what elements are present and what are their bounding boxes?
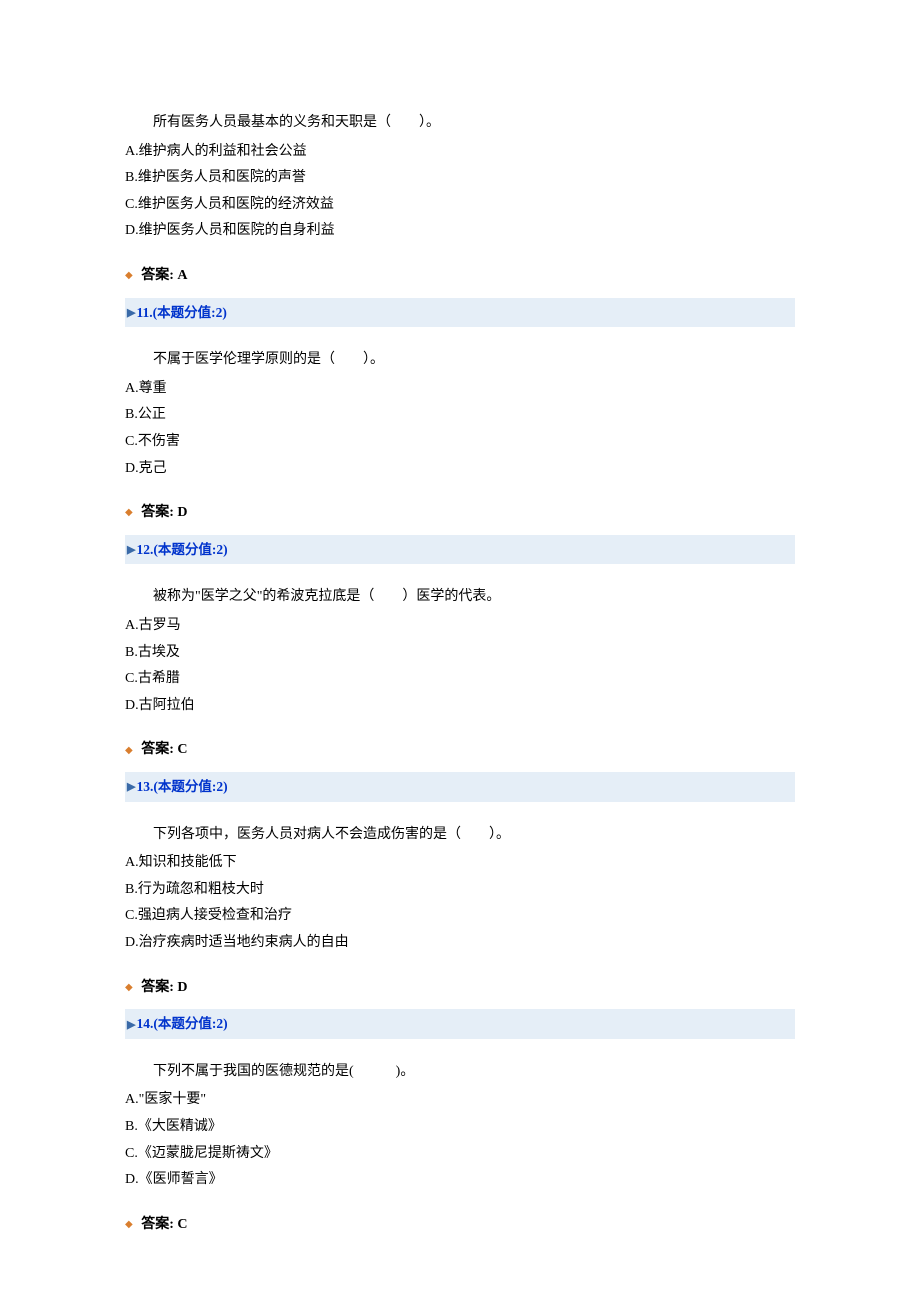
answer-line: ◆ 答案: C	[125, 737, 795, 764]
option-b: B.行为疏忽和粗枝大时	[125, 877, 795, 904]
question-stem: 不属于医学伦理学原则的是（ ）。	[125, 347, 795, 374]
option-a: A."医家十要"	[125, 1087, 795, 1114]
option-c: C.古希腊	[125, 666, 795, 693]
option-d: D.维护医务人员和医院的自身利益	[125, 218, 795, 245]
question-block: 被称为"医学之父"的希波克拉底是（ ）医学的代表。 A.古罗马 B.古埃及 C.…	[125, 584, 795, 764]
bullet-icon: ◆	[125, 978, 133, 997]
arrow-icon: ▶	[127, 781, 135, 793]
bullet-icon: ◆	[125, 741, 133, 760]
option-a: A.维护病人的利益和社会公益	[125, 139, 795, 166]
option-c: C.不伤害	[125, 429, 795, 456]
answer-label: 答案:	[141, 268, 177, 283]
option-a: A.知识和技能低下	[125, 850, 795, 877]
question-header: ▶12.(本题分值:2)	[125, 535, 795, 565]
question-header: ▶14.(本题分值:2)	[125, 1009, 795, 1039]
question-stem: 下列各项中，医务人员对病人不会造成伤害的是（ ）。	[125, 822, 795, 849]
option-a: A.尊重	[125, 376, 795, 403]
header-text: 14.(本题分值:2)	[136, 1016, 227, 1031]
answer-value: C	[177, 1217, 187, 1232]
answer-value: C	[177, 742, 187, 757]
answer-line: ◆ 答案: D	[125, 975, 795, 1002]
option-b: B.古埃及	[125, 640, 795, 667]
question-header: ▶13.(本题分值:2)	[125, 772, 795, 802]
question-block: 所有医务人员最基本的义务和天职是（ ）。 A.维护病人的利益和社会公益 B.维护…	[125, 110, 795, 290]
answer-value: D	[177, 505, 187, 520]
answer-line: ◆ 答案: C	[125, 1212, 795, 1239]
option-c: C.强迫病人接受检查和治疗	[125, 903, 795, 930]
option-c: C.维护医务人员和医院的经济效益	[125, 192, 795, 219]
question-header: ▶11.(本题分值:2)	[125, 298, 795, 328]
question-stem: 下列不属于我国的医德规范的是( )。	[125, 1059, 795, 1086]
question-block: 不属于医学伦理学原则的是（ ）。 A.尊重 B.公正 C.不伤害 D.克己 ◆ …	[125, 347, 795, 527]
question-block: 下列不属于我国的医德规范的是( )。 A."医家十要" B.《大医精诚》 C.《…	[125, 1059, 795, 1239]
option-d: D.治疗疾病时适当地约束病人的自由	[125, 930, 795, 957]
option-d: D.古阿拉伯	[125, 693, 795, 720]
answer-label: 答案:	[141, 505, 177, 520]
option-a: A.古罗马	[125, 613, 795, 640]
question-stem: 所有医务人员最基本的义务和天职是（ ）。	[125, 110, 795, 137]
answer-value: D	[177, 980, 187, 995]
answer-value: A	[177, 268, 187, 283]
bullet-icon: ◆	[125, 266, 133, 285]
arrow-icon: ▶	[127, 1019, 135, 1031]
option-d: D.《医师誓言》	[125, 1167, 795, 1194]
bullet-icon: ◆	[125, 503, 133, 522]
header-text: 12.(本题分值:2)	[136, 542, 227, 557]
answer-label: 答案:	[141, 980, 177, 995]
arrow-icon: ▶	[127, 307, 135, 319]
header-text: 11.(本题分值:2)	[136, 305, 226, 320]
option-c: C.《迈蒙胧尼提斯祷文》	[125, 1141, 795, 1168]
bullet-icon: ◆	[125, 1215, 133, 1234]
arrow-icon: ▶	[127, 544, 135, 556]
option-b: B.《大医精诚》	[125, 1114, 795, 1141]
header-text: 13.(本题分值:2)	[136, 779, 227, 794]
option-b: B.维护医务人员和医院的声誉	[125, 165, 795, 192]
question-stem: 被称为"医学之父"的希波克拉底是（ ）医学的代表。	[125, 584, 795, 611]
option-d: D.克己	[125, 456, 795, 483]
answer-label: 答案:	[141, 742, 177, 757]
option-b: B.公正	[125, 402, 795, 429]
answer-label: 答案:	[141, 1217, 177, 1232]
answer-line: ◆ 答案: D	[125, 500, 795, 527]
answer-line: ◆ 答案: A	[125, 263, 795, 290]
question-block: 下列各项中，医务人员对病人不会造成伤害的是（ ）。 A.知识和技能低下 B.行为…	[125, 822, 795, 1002]
